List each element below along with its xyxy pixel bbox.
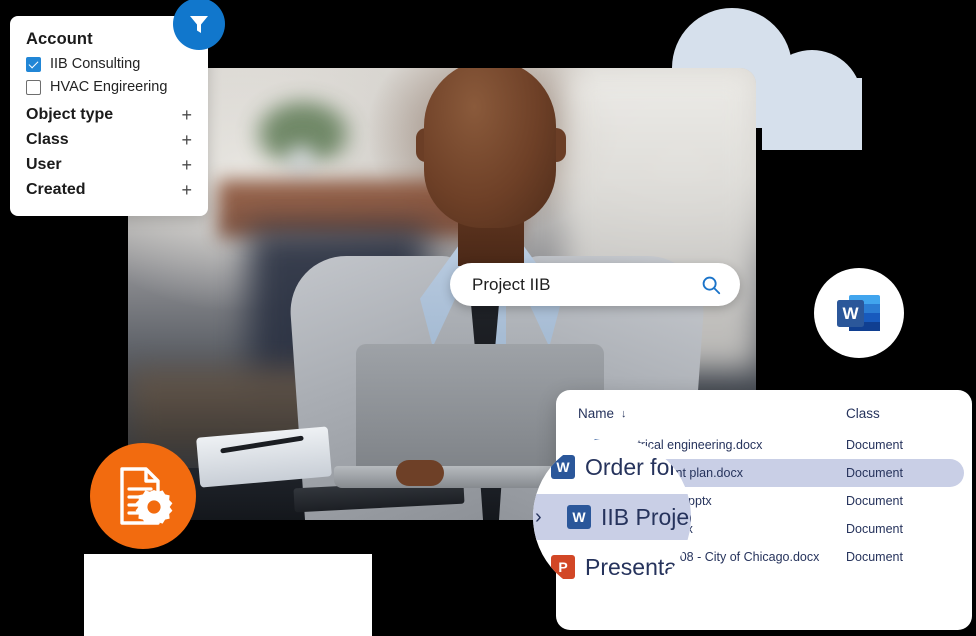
svg-text:W: W xyxy=(842,304,859,323)
plus-icon-created[interactable]: + xyxy=(181,181,194,199)
filter-funnel-badge[interactable] xyxy=(173,0,225,50)
magnified-row-label: IIB Project xyxy=(601,503,691,530)
row-class-label: Document xyxy=(846,466,903,480)
photo-head xyxy=(424,68,556,228)
sort-descending-icon[interactable]: ↓ xyxy=(621,408,627,420)
facet-created[interactable]: Created + xyxy=(26,177,194,202)
column-header-class[interactable]: Class xyxy=(846,406,946,421)
column-header-name[interactable]: Name ↓ xyxy=(578,406,846,421)
document-gear-icon xyxy=(120,467,173,525)
plus-icon-object-type[interactable]: + xyxy=(181,106,194,124)
decorative-white-panel xyxy=(84,554,372,636)
magnified-row-presentation[interactable]: P Presentat xyxy=(533,544,691,590)
filter-checkbox-row-1[interactable]: HVAC Engireering xyxy=(26,79,194,95)
powerpoint-file-icon: P xyxy=(551,555,575,579)
word-file-icon: W xyxy=(551,455,575,479)
search-box[interactable]: Project IIB xyxy=(450,263,740,306)
magnified-row-label: Presentat xyxy=(585,553,684,580)
word-app-badge[interactable]: W xyxy=(814,268,904,358)
photo-hand xyxy=(396,460,444,486)
filter-panel-title: Account xyxy=(26,30,93,48)
filter-checkbox-row-0[interactable]: IIB Consulting xyxy=(26,56,194,72)
checkbox-label-hvac-engireering: HVAC Engireering xyxy=(50,79,168,95)
checkbox-label-iib-consulting: IIB Consulting xyxy=(50,56,141,72)
checkbox-iib-consulting[interactable] xyxy=(26,56,41,72)
column-header-name-label: Name xyxy=(578,406,615,421)
filter-funnel-icon xyxy=(190,16,208,33)
hero-illustration: Account IIB Consulting HVAC Engireering … xyxy=(0,0,976,636)
facet-object-type[interactable]: Object type + xyxy=(26,102,194,127)
checkbox-hvac-engireering[interactable] xyxy=(26,79,41,95)
filter-panel: Account IIB Consulting HVAC Engireering … xyxy=(10,16,208,216)
row-class-label: Document xyxy=(846,494,903,508)
search-input[interactable]: Project IIB xyxy=(472,275,700,295)
magnified-row-iib-project[interactable]: W IIB Project xyxy=(533,494,691,540)
plus-icon-class[interactable]: + xyxy=(181,131,194,149)
magnified-row-order-form[interactable]: W Order for xyxy=(533,444,691,490)
magnifier-lens: W Order for W IIB Project › P Presentat xyxy=(533,438,691,596)
search-icon[interactable] xyxy=(700,274,722,296)
facet-label-class: Class xyxy=(26,131,69,148)
facet-label-object-type: Object type xyxy=(26,106,114,123)
facet-label-created: Created xyxy=(26,181,86,198)
plus-icon-user[interactable]: + xyxy=(181,156,194,174)
magnified-row-label: Order for xyxy=(585,453,678,480)
row-class-label: Document xyxy=(846,438,903,452)
word-file-icon: W xyxy=(567,505,591,529)
facet-label-user: User xyxy=(26,156,62,173)
results-table-header: Name ↓ Class xyxy=(556,390,972,431)
microsoft-word-icon: W xyxy=(837,295,880,331)
row-class-label: Document xyxy=(846,550,903,564)
magnified-expand-chevron-icon[interactable]: › xyxy=(535,506,542,529)
row-class-label: Document xyxy=(846,522,903,536)
facet-class[interactable]: Class + xyxy=(26,127,194,152)
facet-user[interactable]: User + xyxy=(26,152,194,177)
document-settings-badge[interactable] xyxy=(90,443,196,549)
